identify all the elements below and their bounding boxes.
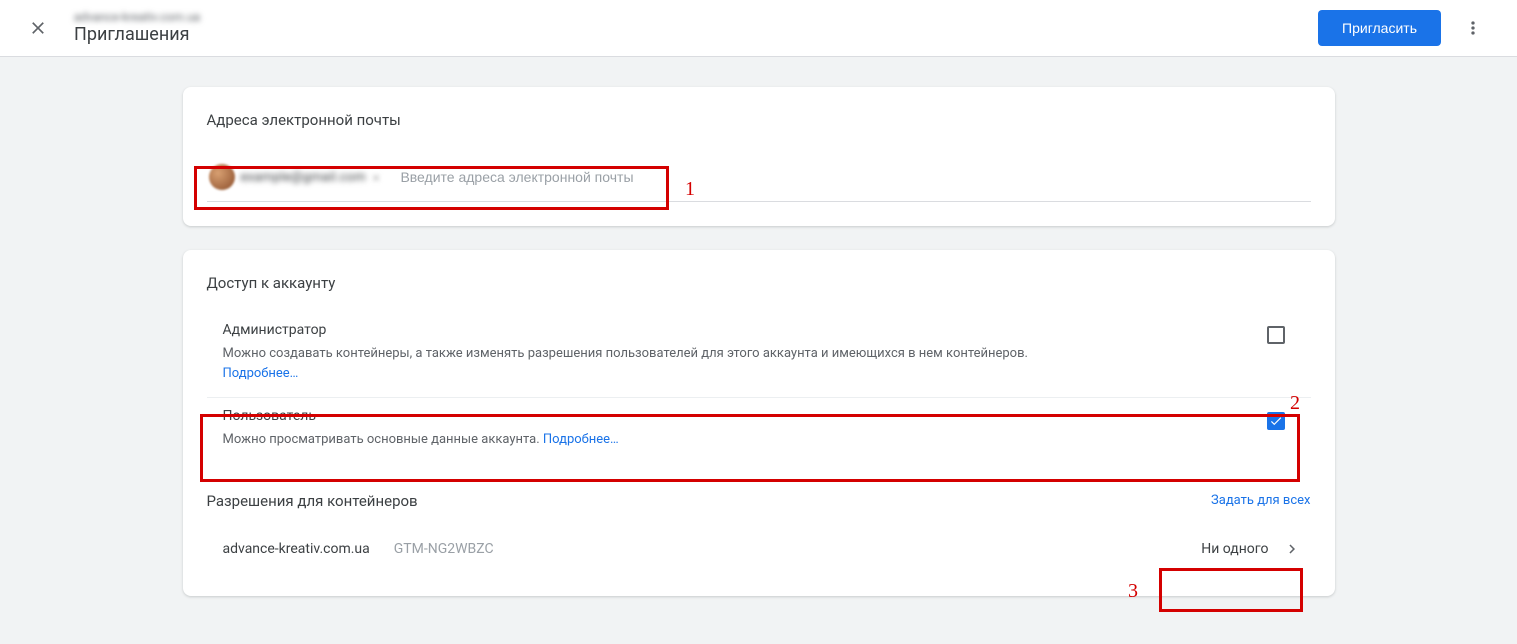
role-user-desc: Можно просматривать основные данные акка…	[223, 430, 1311, 450]
role-admin-desc-text: Можно создавать контейнеры, а также изме…	[223, 346, 1028, 361]
chip-remove-icon[interactable]: ×	[372, 168, 381, 187]
invite-button[interactable]: Пригласить	[1318, 10, 1441, 46]
email-card-title: Адреса электронной почты	[207, 111, 1311, 129]
more-menu-button[interactable]	[1453, 8, 1493, 48]
role-admin-more-link[interactable]: Подробнее…	[223, 366, 299, 381]
set-all-link[interactable]: Задать для всех	[1211, 493, 1310, 508]
role-user-checkbox[interactable]	[1267, 412, 1287, 432]
avatar-icon	[209, 164, 235, 190]
role-user-row[interactable]: Пользователь Можно просматривать основны…	[207, 398, 1311, 464]
account-subtitle: advance-kreativ.com.ua	[74, 10, 200, 24]
role-admin-row[interactable]: Администратор Можно создавать контейнеры…	[207, 312, 1311, 398]
email-chip-text: example@gmail.com	[241, 170, 366, 185]
role-user-title: Пользователь	[223, 408, 1311, 424]
permissions-title: Разрешения для контейнеров	[207, 492, 418, 510]
container-name: advance-kreativ.com.ua	[223, 541, 370, 557]
email-input[interactable]	[400, 169, 1310, 185]
container-row: advance-kreativ.com.ua GTM-NG2WBZC Ни од…	[207, 510, 1311, 572]
role-admin-title: Администратор	[223, 322, 1311, 338]
permission-level-label: Ни одного	[1201, 541, 1268, 557]
title-block: advance-kreativ.com.ua Приглашения	[74, 10, 200, 46]
permission-picker[interactable]: Ни одного	[1187, 534, 1310, 564]
access-card-title: Доступ к аккаунту	[207, 274, 1311, 292]
permissions-header: Разрешения для контейнеров Задать для вс…	[207, 492, 1311, 510]
checkbox-checked-icon	[1267, 412, 1285, 430]
role-admin-desc: Можно создавать контейнеры, а также изме…	[223, 344, 1311, 383]
dialog-header: advance-kreativ.com.ua Приглашения Пригл…	[0, 0, 1517, 57]
email-input-row: example@gmail.com ×	[207, 161, 1311, 202]
close-icon	[28, 18, 48, 38]
more-vert-icon	[1463, 18, 1483, 38]
role-user-more-link[interactable]: Подробнее…	[543, 432, 619, 447]
checkbox-unchecked-icon	[1267, 326, 1285, 344]
role-admin-checkbox[interactable]	[1267, 326, 1287, 346]
close-button[interactable]	[18, 8, 58, 48]
email-card: Адреса электронной почты example@gmail.c…	[183, 87, 1335, 226]
chevron-right-icon	[1283, 540, 1301, 558]
page-title: Приглашения	[74, 24, 200, 46]
email-chip[interactable]: example@gmail.com ×	[207, 161, 391, 193]
access-card: Доступ к аккаунту Администратор Можно со…	[183, 250, 1335, 596]
role-user-desc-text: Можно просматривать основные данные акка…	[223, 432, 543, 447]
container-id: GTM-NG2WBZC	[394, 541, 494, 557]
content-area: Адреса электронной почты example@gmail.c…	[183, 87, 1335, 596]
